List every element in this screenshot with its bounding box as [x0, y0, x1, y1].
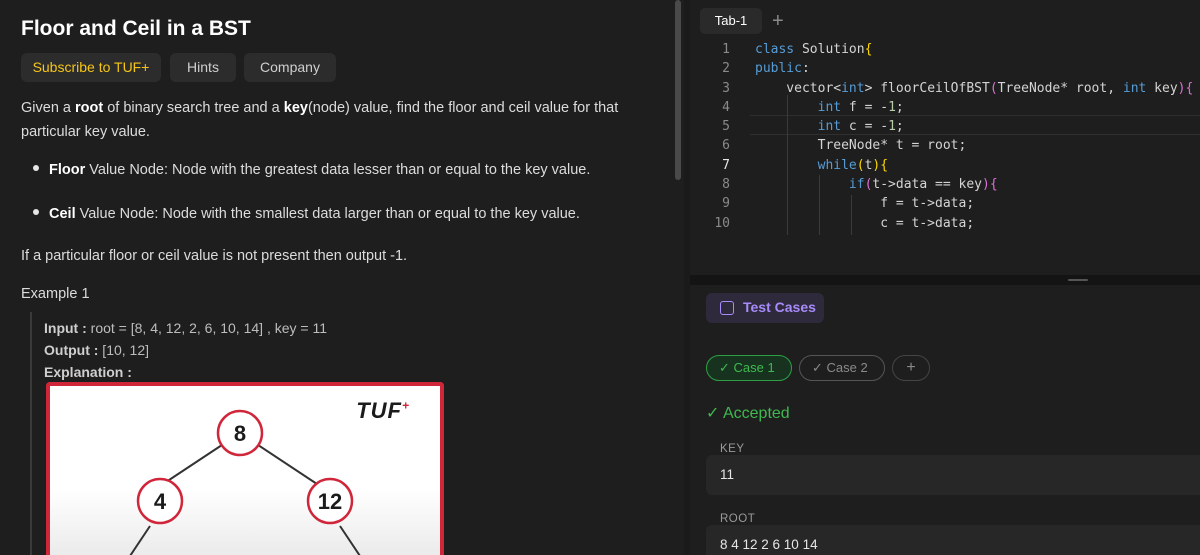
svg-text:12: 12 — [318, 489, 342, 514]
check-icon: ✓ — [719, 360, 734, 375]
editor-tab[interactable]: Tab-1 — [700, 8, 762, 34]
code-line: 2 public: — [722, 61, 810, 77]
key-field: 11 — [706, 455, 1200, 495]
key-label: KEY — [720, 443, 745, 455]
accepted-status: ✓ Accepted — [706, 405, 790, 422]
code-line: 4 int f = -1; — [722, 99, 904, 115]
code-lines: 1 class Solution{ 2 public: 3 vector<int> … — [690, 40, 1200, 233]
root-value: 8 4 12 2 6 10 14 — [720, 537, 818, 552]
check-icon: ✓ — [706, 405, 723, 422]
add-tab-button[interactable]: + — [772, 8, 784, 34]
splitter-handle[interactable] — [1068, 279, 1088, 281]
tree-edge — [339, 525, 361, 555]
ceil-definition: Ceil Value Node: Node with the smallest … — [33, 206, 580, 222]
root-label: ROOT — [720, 513, 756, 525]
svg-text:4: 4 — [154, 489, 167, 514]
floor-definition: Floor Value Node: Node with the greatest… — [33, 162, 590, 178]
code-line: 9 f = t->data; — [722, 196, 975, 212]
bst-diagram: TUF+ 8 4 12 — [46, 382, 444, 555]
case-1-button[interactable]: ✓ Case 1 — [706, 355, 792, 381]
code-line: 3 vector<int> floorCeilOfBST(TreeNode* r… — [722, 80, 1194, 96]
example-output: Output : [10, 12] — [44, 342, 150, 358]
editor-tabbar: Tab-1 + — [690, 0, 1200, 38]
code-line: 10 c = t->data; — [714, 215, 975, 231]
root-field: 8 4 12 2 6 10 14 — [706, 525, 1200, 555]
code-line: 8 if(t->data == key){ — [722, 177, 998, 193]
code-line: 1 class Solution{ — [722, 42, 873, 57]
case-2-button[interactable]: ✓ Case 2 — [799, 355, 885, 381]
tree-node-root: 8 — [216, 409, 264, 457]
code-line: 5 int c = -1; — [722, 119, 904, 135]
tree-node-right: 12 — [306, 477, 354, 525]
tree-edge — [159, 440, 229, 487]
add-case-button[interactable]: + — [892, 355, 930, 381]
problem-title: Floor and Ceil in a BST — [21, 17, 251, 40]
key-value: 11 — [720, 467, 735, 482]
tree-edge — [129, 525, 151, 555]
test-cases-icon — [720, 301, 734, 315]
hints-tab[interactable]: Hints — [170, 53, 236, 82]
app-root: Floor and Ceil in a BST Subscribe to TUF… — [0, 0, 1200, 555]
example-explanation-label: Explanation : — [44, 364, 132, 380]
example-block: Input : root = [8, 4, 12, 2, 6, 10, 14] … — [30, 312, 450, 555]
check-icon: ✓ — [812, 360, 827, 375]
code-line: 6 TreeNode* t = root; — [722, 138, 967, 154]
problem-description: Given a root of binary search tree and a… — [21, 100, 619, 140]
company-tab[interactable]: Company — [244, 53, 336, 82]
bst-tree: 8 4 12 — [129, 409, 361, 555]
code-editor[interactable]: Tab-1 + 1 class Solution{ 2 public: 3 vect… — [690, 0, 1200, 275]
panel-splitter[interactable] — [690, 275, 1200, 285]
test-cases-panel: Test Cases ✓ Case 1 ✓ Case 2 + ✓ Accepte… — [690, 285, 1200, 555]
test-cases-label: Test Cases — [743, 299, 816, 315]
problem-panel: Floor and Ceil in a BST Subscribe to TUF… — [0, 0, 684, 555]
tree-edge — [251, 440, 321, 487]
tree-node-left: 4 — [136, 477, 184, 525]
description-scrollbar[interactable] — [675, 0, 681, 180]
test-cases-tab[interactable]: Test Cases — [706, 293, 824, 323]
example-heading: Example 1 — [21, 286, 90, 302]
code-line-active: 7 while(t){ — [722, 157, 889, 173]
example-input: Input : root = [8, 4, 12, 2, 6, 10, 14] … — [44, 320, 327, 336]
missing-value-note: If a particular floor or ceil value is n… — [21, 248, 408, 264]
svg-text:8: 8 — [234, 421, 246, 446]
workspace-panel: Tab-1 + 1 class Solution{ 2 public: 3 vect… — [690, 0, 1200, 555]
subscribe-tab[interactable]: Subscribe to TUF+ — [21, 53, 161, 82]
